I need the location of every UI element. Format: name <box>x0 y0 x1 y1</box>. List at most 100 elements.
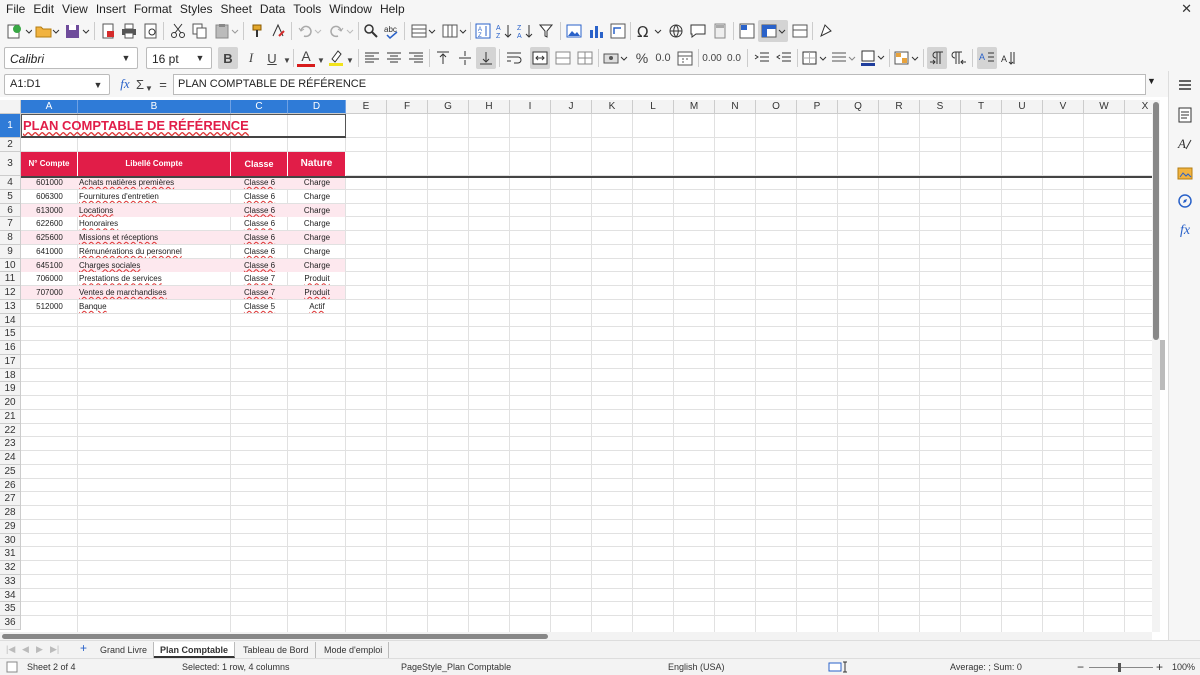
cell-libelle[interactable]: Charges sociales <box>79 259 230 272</box>
percent-format-button[interactable]: % <box>632 47 652 69</box>
cell-nature[interactable]: Charge <box>289 231 345 244</box>
row-header-2[interactable]: 2 <box>0 138 21 152</box>
row-header-34[interactable]: 34 <box>0 588 21 603</box>
expand-formula-icon[interactable]: ▼ <box>1147 76 1156 86</box>
delete-decimal-button[interactable]: 0.0 <box>724 47 744 69</box>
freeze-rows-columns-icon[interactable] <box>758 20 788 42</box>
menu-styles[interactable]: Styles <box>180 2 218 16</box>
row-header-5[interactable]: 5 <box>0 189 21 204</box>
column-header-d[interactable]: D <box>288 100 346 114</box>
column-header-f[interactable]: F <box>387 100 428 114</box>
row-header-22[interactable]: 22 <box>0 423 21 438</box>
wrap-text-icon[interactable] <box>504 47 524 69</box>
menu-edit[interactable]: Edit <box>33 2 59 16</box>
page-style[interactable]: PageStyle_Plan Comptable <box>401 662 511 672</box>
sort-ascending-icon[interactable]: AZ <box>494 20 514 42</box>
sum-status[interactable]: Average: ; Sum: 0 <box>950 662 1022 672</box>
cell-nature[interactable]: Actif <box>289 300 345 313</box>
sort-icon[interactable]: AZ <box>473 20 493 42</box>
selection-mode-icon[interactable] <box>828 661 848 675</box>
chevron-down-icon[interactable]: ▼ <box>345 49 355 71</box>
row-icon[interactable] <box>408 20 438 42</box>
copy-icon[interactable] <box>190 20 210 42</box>
properties-icon[interactable] <box>1169 103 1200 127</box>
column-header-w[interactable]: W <box>1084 100 1125 114</box>
sheet-tab-grand-livre[interactable]: Grand Livre <box>94 642 155 658</box>
cell-compte[interactable]: 706000 <box>22 272 77 285</box>
insert-image-icon[interactable] <box>564 20 584 42</box>
chevron-down-icon[interactable]: ▼ <box>192 50 208 66</box>
align-center-icon[interactable] <box>384 47 404 69</box>
cell-libelle[interactable]: Missions et réceptions <box>79 231 230 244</box>
new-document-icon[interactable] <box>4 20 34 42</box>
print-preview-icon[interactable] <box>141 20 161 42</box>
row-header-9[interactable]: 9 <box>0 244 21 259</box>
borders-icon[interactable] <box>801 47 829 69</box>
menu-insert[interactable]: Insert <box>96 2 131 16</box>
cell-nature[interactable]: Charge <box>289 217 345 230</box>
cell-classe[interactable]: Classe 7 <box>232 286 287 299</box>
first-sheet-icon[interactable]: |◀ <box>6 644 15 655</box>
menu-file[interactable]: File <box>6 2 30 16</box>
center-vertically-icon[interactable] <box>455 47 475 69</box>
comment-icon[interactable] <box>688 20 708 42</box>
column-header-e[interactable]: E <box>346 100 387 114</box>
row-header-19[interactable]: 19 <box>0 382 21 396</box>
menu-sheet[interactable]: Sheet <box>221 2 257 16</box>
add-decimal-button[interactable]: 0.00 <box>702 47 722 69</box>
column-header-p[interactable]: P <box>797 100 838 114</box>
title-cell[interactable]: PLAN COMPTABLE DE RÉFÉRENCE <box>21 114 346 138</box>
cell-libelle[interactable]: Locations <box>79 204 230 217</box>
left-to-right-icon[interactable] <box>927 47 947 69</box>
column-header-h[interactable]: H <box>469 100 510 114</box>
header-cell-classe[interactable]: Classe <box>231 152 288 176</box>
row-header-23[interactable]: 23 <box>0 437 21 451</box>
autofilter-icon[interactable] <box>537 20 557 42</box>
column-header-q[interactable]: Q <box>838 100 879 114</box>
increase-indent-icon[interactable] <box>752 47 772 69</box>
cell-libelle[interactable]: Ventes de marchandises <box>79 286 230 299</box>
cell-classe[interactable]: Classe 6 <box>232 245 287 258</box>
merge-center-icon[interactable] <box>530 47 550 69</box>
menu-format[interactable]: Format <box>134 2 177 16</box>
row-header-17[interactable]: 17 <box>0 354 21 369</box>
row-header-8[interactable]: 8 <box>0 231 21 245</box>
cell-nature[interactable]: Charge <box>289 245 345 258</box>
cell-area[interactable]: PLAN COMPTABLE DE RÉFÉRENCE N° Compte Li… <box>21 114 1152 632</box>
highlight-color-icon[interactable] <box>327 47 345 69</box>
cell-libelle[interactable]: Banque <box>79 300 230 313</box>
chevron-down-icon[interactable]: ▼ <box>90 77 106 93</box>
sidebar-menu-icon[interactable] <box>1169 73 1200 97</box>
spelling-icon[interactable]: abc <box>382 20 402 42</box>
last-sheet-icon[interactable]: ▶| <box>50 644 59 655</box>
clone-formatting-icon[interactable] <box>247 20 267 42</box>
conditional-format-icon[interactable] <box>893 47 921 69</box>
cell-nature[interactable]: Charge <box>289 204 345 217</box>
chevron-down-icon[interactable]: ▼ <box>282 49 292 71</box>
navigator-icon[interactable] <box>1169 189 1200 213</box>
align-bottom-icon[interactable] <box>476 47 496 69</box>
export-pdf-icon[interactable] <box>98 20 118 42</box>
row-header-18[interactable]: 18 <box>0 368 21 383</box>
clear-formatting-icon[interactable] <box>268 20 288 42</box>
sheet-tab-mode-emploi[interactable]: Mode d'emploi <box>318 642 390 658</box>
header-cell-nature[interactable]: Nature <box>288 152 346 176</box>
sidebar-resize-handle[interactable] <box>1160 340 1165 390</box>
cell-libelle[interactable]: Prestations de services <box>79 272 230 285</box>
zoom-out-button[interactable]: − <box>1077 660 1084 674</box>
cell-nature[interactable]: Produit <box>289 286 345 299</box>
cell-classe[interactable]: Classe 6 <box>232 190 287 203</box>
cell-libelle[interactable]: Rémunérations du personnel <box>79 245 230 258</box>
cell-classe[interactable]: Classe 6 <box>232 176 287 189</box>
spreadsheet-grid[interactable]: ABCDEFGHIJKLMNOPQRSTUVWX 1 2 3 4 5 6 7 8 9 10 11 12… <box>0 100 1152 632</box>
cell-libelle[interactable]: Fournitures d'entretien <box>79 190 230 203</box>
split-window-icon[interactable] <box>790 20 810 42</box>
font-name-box[interactable]: Calibri ▼ <box>4 47 138 69</box>
pivot-table-icon[interactable] <box>608 20 628 42</box>
column-header-k[interactable]: K <box>592 100 633 114</box>
gallery-icon[interactable] <box>1169 161 1200 185</box>
row-header-10[interactable]: 10 <box>0 258 21 273</box>
cell-compte[interactable]: 645100 <box>22 259 77 272</box>
row-header-15[interactable]: 15 <box>0 327 21 341</box>
next-sheet-icon[interactable]: ▶ <box>36 644 43 655</box>
